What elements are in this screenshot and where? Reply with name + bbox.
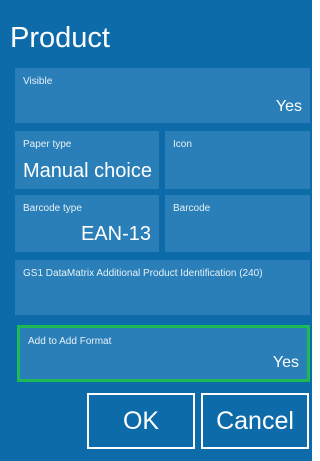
barcode-type-value: EAN-13 bbox=[80, 223, 151, 245]
dialog-title: Product bbox=[10, 22, 110, 54]
paper-type-label: Paper type bbox=[23, 139, 72, 150]
gs1-datamatrix-label: GS1 DataMatrix Additional Product Identi… bbox=[23, 268, 263, 279]
add-to-add-format-field[interactable]: Add to Add Format Yes bbox=[17, 325, 310, 382]
icon-field[interactable]: Icon bbox=[165, 131, 310, 189]
cancel-button[interactable]: Cancel bbox=[201, 393, 309, 449]
add-to-add-format-value: Yes bbox=[272, 354, 299, 371]
visible-value: Yes bbox=[275, 98, 302, 115]
product-dialog: Product Visible Yes Paper type Manual ch… bbox=[0, 0, 315, 461]
ok-button[interactable]: OK bbox=[87, 393, 195, 449]
gs1-datamatrix-field[interactable]: GS1 DataMatrix Additional Product Identi… bbox=[15, 260, 310, 315]
barcode-type-field[interactable]: Barcode type EAN-13 bbox=[15, 195, 159, 252]
barcode-field[interactable]: Barcode bbox=[165, 195, 310, 252]
barcode-type-label: Barcode type bbox=[23, 203, 82, 214]
add-to-add-format-label: Add to Add Format bbox=[28, 336, 112, 347]
paper-type-field[interactable]: Paper type Manual choice bbox=[15, 131, 159, 189]
icon-label: Icon bbox=[173, 139, 192, 150]
barcode-label: Barcode bbox=[173, 203, 211, 214]
visible-field[interactable]: Visible Yes bbox=[15, 68, 310, 123]
paper-type-value: Manual choice bbox=[23, 160, 152, 182]
visible-label: Visible bbox=[23, 76, 53, 87]
